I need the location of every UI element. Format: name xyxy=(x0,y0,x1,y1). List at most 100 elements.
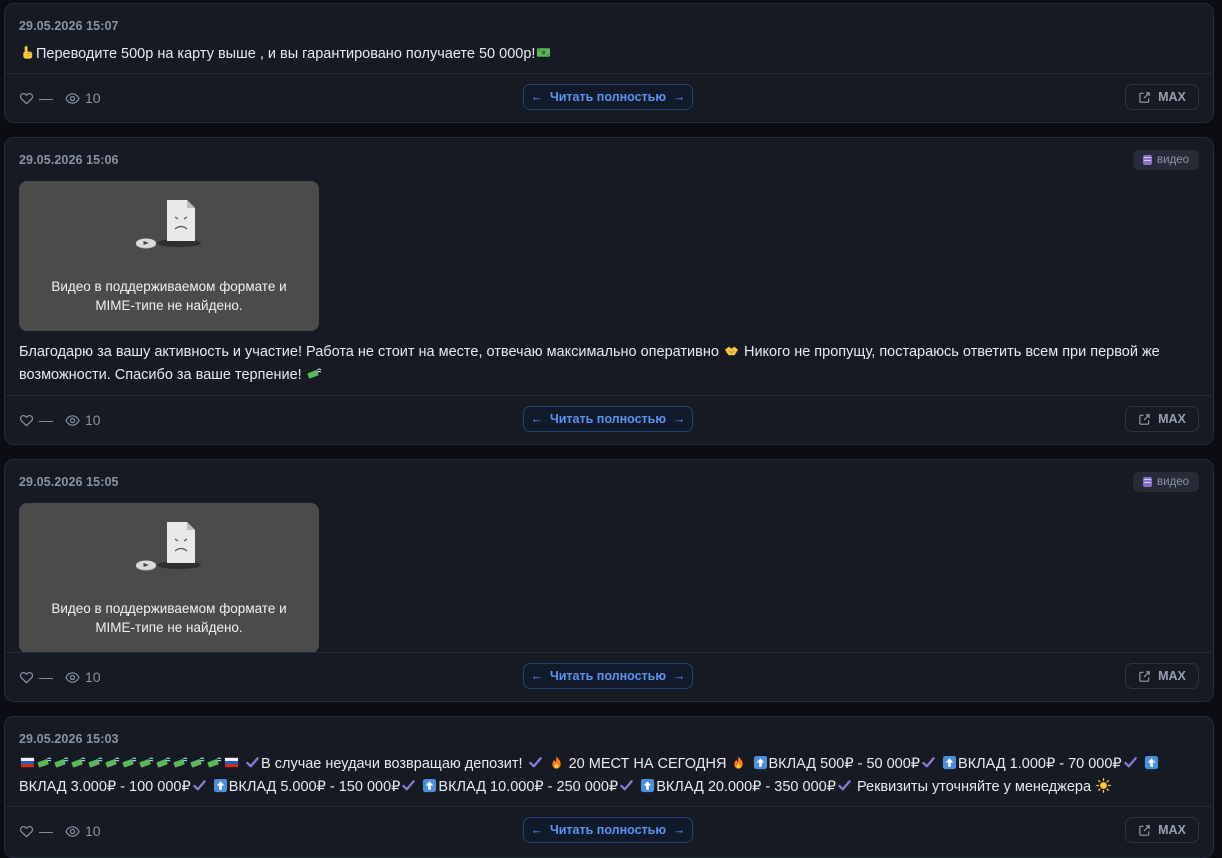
post-text-body: Переводите 500р на карту выше , и вы гар… xyxy=(36,46,536,62)
check-mark-icon xyxy=(1123,755,1138,770)
post-text-segment: ВКЛАД 500₽ - 50 000₽ xyxy=(768,756,921,772)
post-text: В случае неудачи возвращаю депозит! 20 М… xyxy=(19,753,1199,799)
video-error-message: Видео в поддерживаемом формате и MIME-ти… xyxy=(19,277,319,315)
read-full-label: Читать полностью xyxy=(549,412,667,426)
check-mark-icon xyxy=(192,778,207,793)
check-mark-icon xyxy=(921,755,936,770)
like-button[interactable]: — xyxy=(19,807,53,855)
eye-icon xyxy=(65,413,80,428)
broken-file-icon xyxy=(135,199,205,251)
post-card: 29.05.2026 15:05 видео Видео в поддержив… xyxy=(4,459,1214,702)
flying-money-emoji-icon xyxy=(156,755,171,770)
video-badge-label: видео xyxy=(1156,476,1189,488)
video-type-badge: видео xyxy=(1132,472,1199,492)
post-text-segment: ВКЛАД 20.000₽ - 350 000₽ xyxy=(656,779,836,795)
max-label: MAX xyxy=(1158,412,1186,426)
video-error-line2: MIME-типе не найдено. xyxy=(95,620,243,635)
video-error-line2: MIME-типе не найдено. xyxy=(95,298,243,313)
views-stat: 10 xyxy=(65,807,101,855)
views-stat: 10 xyxy=(65,396,101,444)
flying-money-emoji-icon xyxy=(37,755,52,770)
fire-emoji-icon xyxy=(549,755,564,770)
heart-icon xyxy=(19,670,34,685)
open-max-button[interactable]: MAX xyxy=(1125,84,1199,110)
views-count: 10 xyxy=(85,90,101,106)
heart-icon xyxy=(19,413,34,428)
up-arrow-emoji-icon xyxy=(422,778,437,793)
views-count: 10 xyxy=(85,823,101,839)
eye-icon xyxy=(65,91,80,106)
post-footer: — 10 ← Читать полностью → MAX xyxy=(5,395,1213,444)
read-full-button[interactable]: ← Читать полностью → xyxy=(523,663,693,689)
read-full-button[interactable]: ← Читать полностью → xyxy=(523,406,693,432)
flying-money-emoji-icon xyxy=(207,755,222,770)
video-player[interactable]: Видео в поддерживаемом формате и MIME-ти… xyxy=(19,503,319,653)
read-full-label: Читать полностью xyxy=(549,90,667,104)
post-header: 29.05.2026 15:03 xyxy=(19,729,1199,749)
post-footer: — 10 ← Читать полностью → MAX xyxy=(5,73,1213,122)
arrow-left-icon: ← xyxy=(530,90,543,104)
sun-emoji-icon xyxy=(1096,778,1111,793)
russia-flag-emoji-icon xyxy=(224,755,239,770)
video-error-line1: Видео в поддерживаемом формате и xyxy=(51,601,287,616)
eye-icon xyxy=(65,670,80,685)
check-mark-icon xyxy=(401,778,416,793)
video-player[interactable]: Видео в поддерживаемом формате и MIME-ти… xyxy=(19,181,319,331)
post-text-segment: ВКЛАД 5.000₽ - 150 000₽ xyxy=(228,779,401,795)
open-max-button[interactable]: MAX xyxy=(1125,663,1199,689)
check-mark-icon xyxy=(245,755,260,770)
video-clip-icon xyxy=(1142,155,1152,165)
fire-emoji-icon xyxy=(731,755,746,770)
like-button[interactable]: — xyxy=(19,653,53,701)
read-full-button[interactable]: ← Читать полностью → xyxy=(523,84,693,110)
video-error-message: Видео в поддерживаемом формате и MIME-ти… xyxy=(19,599,319,637)
post-header: 29.05.2026 15:06 видео xyxy=(19,150,1199,170)
russia-flag-emoji-icon xyxy=(20,755,35,770)
arrow-right-icon: → xyxy=(673,412,686,426)
post-date: 29.05.2026 15:07 xyxy=(19,19,119,33)
likes-count: — xyxy=(39,412,53,428)
arrow-left-icon: ← xyxy=(530,412,543,426)
eye-icon xyxy=(65,824,80,839)
views-count: 10 xyxy=(85,412,101,428)
like-button[interactable]: — xyxy=(19,74,53,122)
post-footer: — 10 ← Читать полностью → MAX xyxy=(5,806,1213,855)
post-text-segment: ВКЛАД 3.000₽ - 100 000₽ xyxy=(19,779,191,795)
heart-icon xyxy=(19,824,34,839)
flying-money-emoji-icon xyxy=(54,755,69,770)
up-arrow-emoji-icon xyxy=(213,778,228,793)
flying-money-emoji-icon xyxy=(173,755,188,770)
post-text: Переводите 500р на карту выше , и вы гар… xyxy=(19,43,1199,66)
post-date: 29.05.2026 15:03 xyxy=(19,732,119,746)
arrow-right-icon: → xyxy=(673,669,686,683)
up-arrow-emoji-icon xyxy=(640,778,655,793)
video-badge-label: видео xyxy=(1156,154,1189,166)
flying-money-emoji-icon xyxy=(190,755,205,770)
flying-money-emoji-icon xyxy=(105,755,120,770)
post-text: Благодарю за вашу активность и участие! … xyxy=(19,341,1199,387)
flying-money-emoji-icon xyxy=(122,755,137,770)
video-type-badge: видео xyxy=(1132,150,1199,170)
read-full-button[interactable]: ← Читать полностью → xyxy=(523,817,693,843)
post-text-segment: ВКЛАД 1.000₽ - 70 000₽ xyxy=(958,756,1122,772)
video-error-line1: Видео в поддерживаемом формате и xyxy=(51,279,287,294)
check-mark-icon xyxy=(528,755,543,770)
like-button[interactable]: — xyxy=(19,396,53,444)
read-full-label: Читать полностью xyxy=(549,669,667,683)
views-stat: 10 xyxy=(65,653,101,701)
open-max-button[interactable]: MAX xyxy=(1125,406,1199,432)
post-text-segment: Реквизиты уточняйте у менеджера xyxy=(856,779,1092,795)
check-mark-icon xyxy=(619,778,634,793)
post-date: 29.05.2026 15:06 xyxy=(19,153,119,167)
posts-feed: 29.05.2026 15:07 Переводите 500р на карт… xyxy=(0,0,1222,858)
flying-money-emoji-icon xyxy=(139,755,154,770)
open-max-button[interactable]: MAX xyxy=(1125,817,1199,843)
external-link-icon xyxy=(1138,413,1151,426)
external-link-icon xyxy=(1138,91,1151,104)
arrow-left-icon: ← xyxy=(530,823,543,837)
likes-count: — xyxy=(39,90,53,106)
handshake-emoji-icon xyxy=(724,343,739,358)
flying-money-emoji-icon xyxy=(307,366,322,381)
heart-icon xyxy=(19,91,34,106)
post-card: 29.05.2026 15:07 Переводите 500р на карт… xyxy=(4,3,1214,123)
